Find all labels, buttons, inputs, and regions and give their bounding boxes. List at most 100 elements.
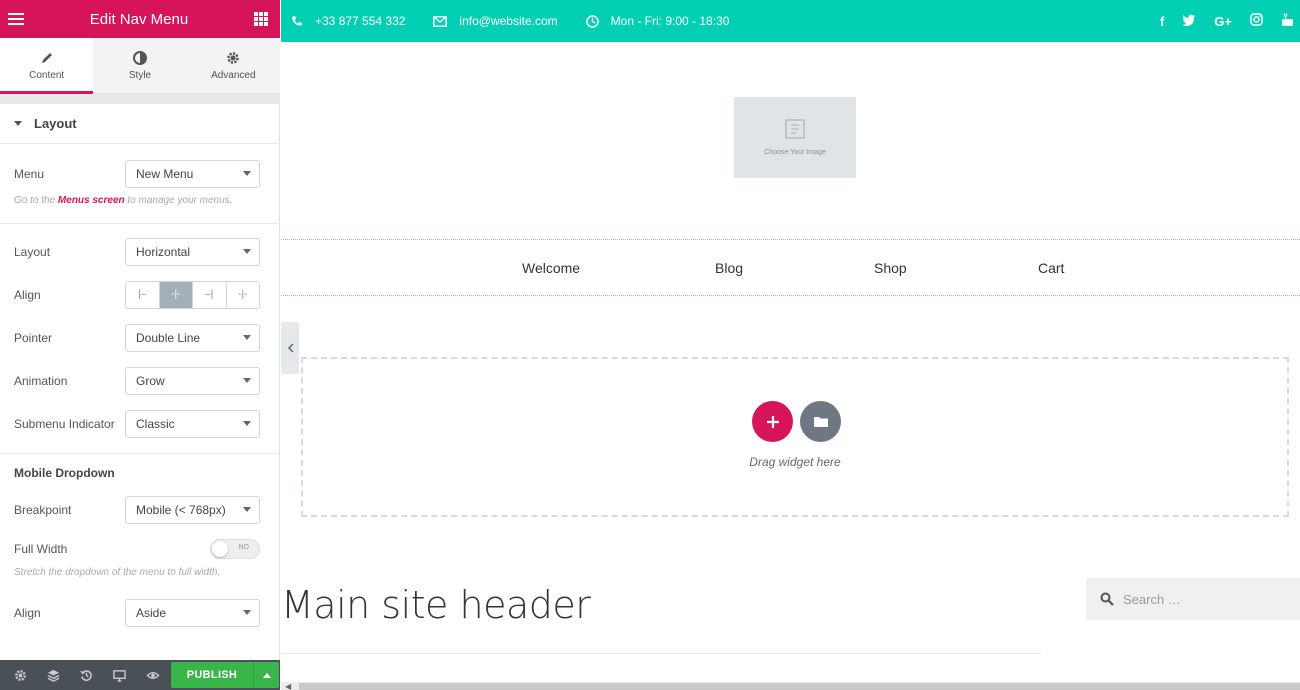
breakpoint-select-value: Mobile (< 768px) xyxy=(136,502,226,517)
section-layout-toggle[interactable]: Layout xyxy=(0,104,280,144)
full-width-label: Full Width xyxy=(14,542,68,556)
scrollbar-thumb[interactable] xyxy=(299,683,1300,690)
menu-select[interactable]: New Menu xyxy=(125,159,260,188)
publish-button[interactable]: PUBLISH xyxy=(171,662,253,688)
nav-link-blog[interactable]: Blog xyxy=(715,260,743,276)
chevron-left-icon xyxy=(287,343,294,353)
history-button[interactable] xyxy=(70,660,103,690)
publish-options-button[interactable] xyxy=(253,662,279,688)
divider xyxy=(0,453,280,454)
animation-select[interactable]: Grow xyxy=(125,366,260,395)
animation-control: Animation Grow xyxy=(0,359,280,402)
tab-content[interactable]: Content xyxy=(0,38,94,94)
horizontal-scrollbar[interactable]: ◀ xyxy=(281,682,1300,690)
gear-icon xyxy=(15,669,26,681)
menu-control: Menu New Menu xyxy=(0,152,280,195)
clock-icon xyxy=(585,14,599,28)
eye-icon xyxy=(146,671,159,679)
widget-drop-zone[interactable]: Drag widget here xyxy=(301,357,1289,517)
pointer-control: Pointer Double Line xyxy=(0,316,280,359)
dropdown-arrow-icon xyxy=(243,335,251,340)
twitter-icon[interactable] xyxy=(1182,14,1196,29)
navigator-button[interactable] xyxy=(37,660,70,690)
logo-placeholder-text: Choose Your Image xyxy=(764,149,826,156)
breakpoint-label: Breakpoint xyxy=(14,502,72,517)
submenu-indicator-select-value: Classic xyxy=(136,416,175,431)
mobile-align-label: Align xyxy=(14,605,41,620)
tab-spacer xyxy=(0,94,280,104)
dropdown-arrow-icon xyxy=(243,249,251,254)
header-divider xyxy=(281,653,1041,654)
panel-footer: PUBLISH xyxy=(0,660,280,690)
align-right-button[interactable]: –| xyxy=(193,281,227,308)
layout-control: Layout Horizontal xyxy=(0,230,280,273)
dropdown-arrow-icon xyxy=(243,421,251,426)
add-section-button[interactable] xyxy=(752,401,793,442)
breakpoint-control: Breakpoint Mobile (< 768px) xyxy=(0,488,280,531)
menu-label: Menu xyxy=(14,166,45,181)
instagram-icon[interactable] xyxy=(1250,13,1263,29)
collapse-panel-button[interactable] xyxy=(281,322,299,374)
scroll-left-icon[interactable]: ◀ xyxy=(285,682,291,690)
menus-screen-link[interactable]: Menus screen xyxy=(58,195,125,206)
search-icon xyxy=(1100,592,1114,606)
pointer-select[interactable]: Double Line xyxy=(125,323,260,352)
social-icons: f G+ xyxy=(1142,0,1294,42)
dropdown-arrow-icon xyxy=(243,171,251,176)
add-template-button[interactable] xyxy=(800,401,841,442)
pencil-icon xyxy=(41,52,52,63)
facebook-icon[interactable]: f xyxy=(1160,14,1164,29)
layers-icon xyxy=(47,669,60,682)
align-left-button[interactable]: |– xyxy=(126,281,160,308)
envelope-icon xyxy=(433,15,448,27)
full-width-hint: Stretch the dropdown of the menu to full… xyxy=(14,567,221,578)
opening-hours: Mon - Fri: 9:00 - 18:30 xyxy=(610,14,730,28)
responsive-mode-button[interactable] xyxy=(103,660,136,690)
caret-up-icon xyxy=(262,672,271,678)
preview-button[interactable] xyxy=(136,660,169,690)
google-plus-icon[interactable]: G+ xyxy=(1214,14,1232,29)
tab-content-label: Content xyxy=(29,69,65,81)
mobile-align-select[interactable]: Aside xyxy=(125,598,260,627)
drag-widget-text: Drag widget here xyxy=(749,455,841,469)
align-label: Align xyxy=(14,287,41,302)
settings-button[interactable] xyxy=(4,660,37,690)
dropdown-arrow-icon xyxy=(243,378,251,383)
nav-link-shop[interactable]: Shop xyxy=(874,260,907,276)
tab-advanced-label: Advanced xyxy=(211,69,256,81)
logo-image-placeholder[interactable]: Choose Your Image xyxy=(734,97,856,178)
controls-list: Layout Menu New Menu Go to the Menus scr… xyxy=(0,104,280,660)
search-input[interactable] xyxy=(1123,591,1293,607)
gear-icon xyxy=(227,51,240,64)
submenu-indicator-control: Submenu Indicator Classic xyxy=(0,402,280,445)
align-justify-icon: -|- xyxy=(238,289,248,300)
pointer-select-value: Double Line xyxy=(136,330,201,345)
layout-label: Layout xyxy=(14,244,51,259)
editor-panel: Edit Nav Menu Content Style Advanced Lay… xyxy=(0,0,280,690)
topbar-hours: Mon - Fri: 9:00 - 18:30 xyxy=(585,14,730,28)
topbar-email: info@website.com xyxy=(433,14,558,28)
tab-advanced[interactable]: Advanced xyxy=(186,38,280,93)
align-center-button[interactable]: -|- xyxy=(159,281,193,308)
align-right-icon: –| xyxy=(205,289,214,300)
align-justify-button[interactable]: -|- xyxy=(226,281,259,308)
layout-select[interactable]: Horizontal xyxy=(125,237,260,266)
section-title: Layout xyxy=(34,116,77,131)
tab-style-label: Style xyxy=(128,69,152,81)
panel-tabs: Content Style Advanced xyxy=(0,38,280,94)
topbar-phone: +33 877 554 332 xyxy=(291,14,405,28)
full-width-switch[interactable]: NO xyxy=(210,539,260,559)
youtube-icon[interactable] xyxy=(1281,12,1294,30)
submenu-indicator-select[interactable]: Classic xyxy=(125,409,260,438)
breakpoint-select[interactable]: Mobile (< 768px) xyxy=(125,495,260,524)
widgets-grid-icon[interactable] xyxy=(253,12,268,26)
nav-link-welcome[interactable]: Welcome xyxy=(522,260,580,276)
phone-number: +33 877 554 332 xyxy=(315,14,406,28)
submenu-indicator-label: Submenu Indicator xyxy=(14,416,115,431)
switch-knob xyxy=(212,541,228,557)
tab-style[interactable]: Style xyxy=(93,38,187,93)
hamburger-menu-icon[interactable] xyxy=(8,13,24,25)
site-topbar: +33 877 554 332 info@website.com Mon - F… xyxy=(281,0,1300,42)
align-center-icon: -|- xyxy=(171,289,181,300)
nav-link-cart[interactable]: Cart xyxy=(1038,260,1064,276)
